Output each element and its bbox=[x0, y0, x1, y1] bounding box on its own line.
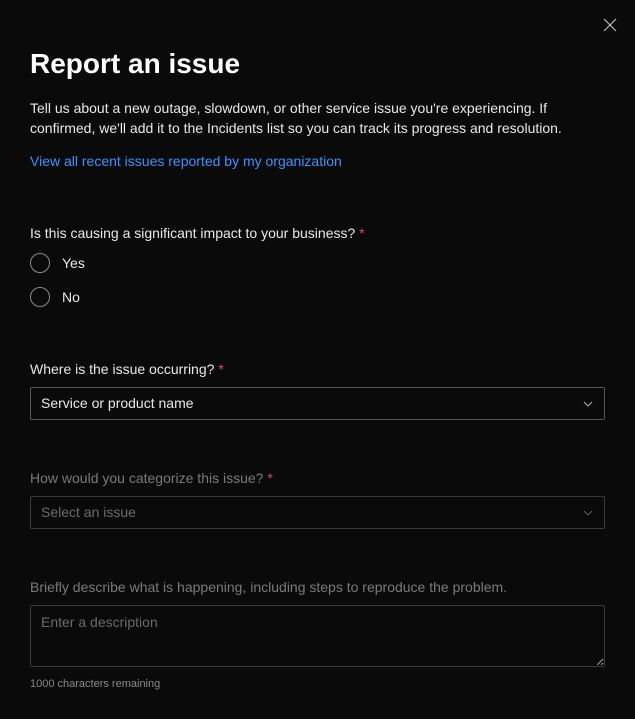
location-label: Where is the issue occurring? * bbox=[30, 361, 605, 377]
category-label: How would you categorize this issue? * bbox=[30, 470, 605, 486]
page-description: Tell us about a new outage, slowdown, or… bbox=[30, 98, 605, 139]
radio-circle-icon bbox=[30, 287, 50, 307]
impact-label-text: Is this causing a significant impact to … bbox=[30, 225, 355, 241]
category-select: Select an issue bbox=[30, 496, 605, 529]
view-recent-issues-link[interactable]: View all recent issues reported by my or… bbox=[30, 153, 342, 169]
category-label-text: How would you categorize this issue? bbox=[30, 470, 263, 486]
radio-no-label: No bbox=[62, 289, 80, 305]
location-select[interactable]: Service or product name bbox=[30, 387, 605, 420]
description-label: Briefly describe what is happening, incl… bbox=[30, 579, 605, 595]
category-select-placeholder: Select an issue bbox=[41, 504, 582, 520]
page-title: Report an issue bbox=[30, 48, 605, 80]
required-indicator: * bbox=[218, 361, 223, 377]
description-textarea-wrapper bbox=[30, 605, 605, 672]
location-label-text: Where is the issue occurring? bbox=[30, 361, 214, 377]
impact-radio-group: Yes No bbox=[30, 253, 605, 307]
radio-yes-label: Yes bbox=[62, 255, 85, 271]
impact-radio-yes[interactable]: Yes bbox=[30, 253, 605, 273]
radio-circle-icon bbox=[30, 253, 50, 273]
close-button[interactable] bbox=[600, 15, 620, 35]
close-icon bbox=[603, 18, 617, 32]
description-textarea[interactable] bbox=[30, 605, 605, 667]
chevron-down-icon bbox=[582, 397, 594, 409]
location-select-placeholder: Service or product name bbox=[41, 395, 582, 411]
impact-radio-no[interactable]: No bbox=[30, 287, 605, 307]
character-count: 1000 characters remaining bbox=[30, 678, 605, 690]
impact-label: Is this causing a significant impact to … bbox=[30, 225, 605, 241]
required-indicator: * bbox=[267, 470, 272, 486]
chevron-down-icon bbox=[582, 506, 594, 518]
required-indicator: * bbox=[359, 225, 364, 241]
